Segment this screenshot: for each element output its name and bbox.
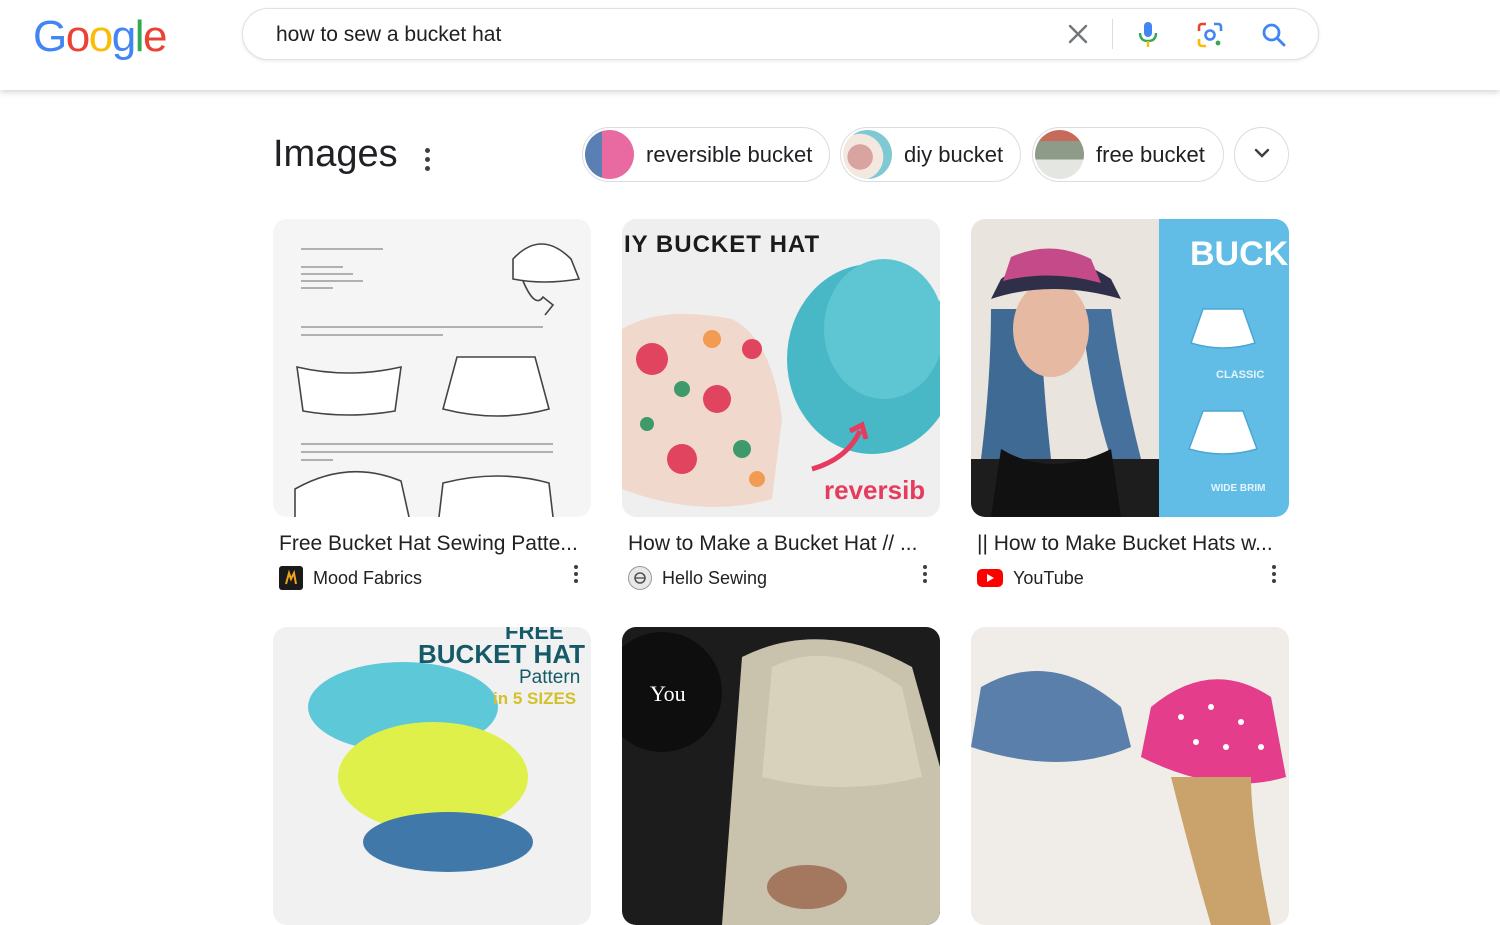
hello-sewing-icon [628,566,652,590]
image-overlay-text: You [650,681,686,706]
source-name: YouTube [1013,567,1084,588]
image-result-card: FREE BUCKET HAT Pattern in 5 SIZES [273,627,591,925]
result-source[interactable]: Mood Fabrics [279,565,422,591]
chip-thumbnail [1035,130,1084,179]
chip-thumbnail [843,130,892,179]
result-image[interactable]: You [622,627,940,925]
chevron-down-icon [1253,146,1271,164]
image-overlay-text: WIDE BRIM [1211,483,1266,494]
mic-icon[interactable] [1133,20,1163,50]
result-menu-icon[interactable] [569,559,583,589]
result-title[interactable]: Free Bucket Hat Sewing Patte... [279,532,589,556]
chip-free-bucket[interactable]: free bucket [1032,127,1224,182]
result-image[interactable] [971,627,1289,925]
image-overlay-text: BUCKE [1190,235,1289,273]
chip-label: reversible bucket [646,141,813,167]
chip-label: diy bucket [904,141,1004,167]
image-result-card [971,627,1289,925]
lens-icon[interactable] [1195,20,1225,50]
result-source[interactable]: Hello Sewing [628,565,767,591]
chip-reversible-bucket[interactable]: reversible bucket [582,127,830,182]
expand-chips-button[interactable] [1234,127,1289,182]
image-result-card: IY BUCKET HAT reversib How to Make a Buc… [622,219,940,590]
youtube-icon [977,569,1003,587]
result-menu-icon[interactable] [1267,559,1281,589]
result-image[interactable]: FREE BUCKET HAT Pattern in 5 SIZES [273,627,591,925]
result-image[interactable]: BUCKE CLASSIC WIDE BRIM [971,219,1289,517]
source-name: Mood Fabrics [313,567,423,588]
image-result-card: Free Bucket Hat Sewing Patte... Mood Fab… [273,219,591,590]
result-title[interactable]: || How to Make Bucket Hats w... [977,532,1287,556]
mood-fabrics-icon [279,566,303,590]
more-options-icon[interactable] [416,142,438,176]
search-icon[interactable] [1259,20,1289,50]
image-overlay-text: BUCKET HAT [418,639,586,669]
image-overlay-text: IY BUCKET HAT [624,231,821,258]
search-divider [1112,19,1113,49]
chip-thumbnail [585,130,634,179]
image-overlay-text: Pattern [519,667,581,688]
result-source[interactable]: YouTube [977,565,1084,591]
image-result-card: You [622,627,940,925]
header: Google [0,0,1500,90]
image-result-card: BUCKE CLASSIC WIDE BRIM || How to Make B… [971,219,1289,588]
image-overlay-text: CLASSIC [1216,369,1265,381]
chip-diy-bucket[interactable]: diy bucket [840,127,1021,182]
image-overlay-text: reversib [824,475,926,505]
images-section-title: Images [273,133,398,175]
source-name: Hello Sewing [662,567,768,588]
google-logo[interactable]: Google [33,12,167,62]
result-title[interactable]: How to Make a Bucket Hat // ... [628,532,938,556]
close-icon[interactable] [1065,21,1091,47]
result-image[interactable]: IY BUCKET HAT reversib [622,219,940,517]
result-menu-icon[interactable] [918,559,932,589]
search-input[interactable] [274,20,1038,50]
search-box [242,8,1319,60]
image-overlay-text: in 5 SIZES [493,689,577,708]
result-image[interactable] [273,219,591,517]
chip-label: free bucket [1096,141,1205,167]
